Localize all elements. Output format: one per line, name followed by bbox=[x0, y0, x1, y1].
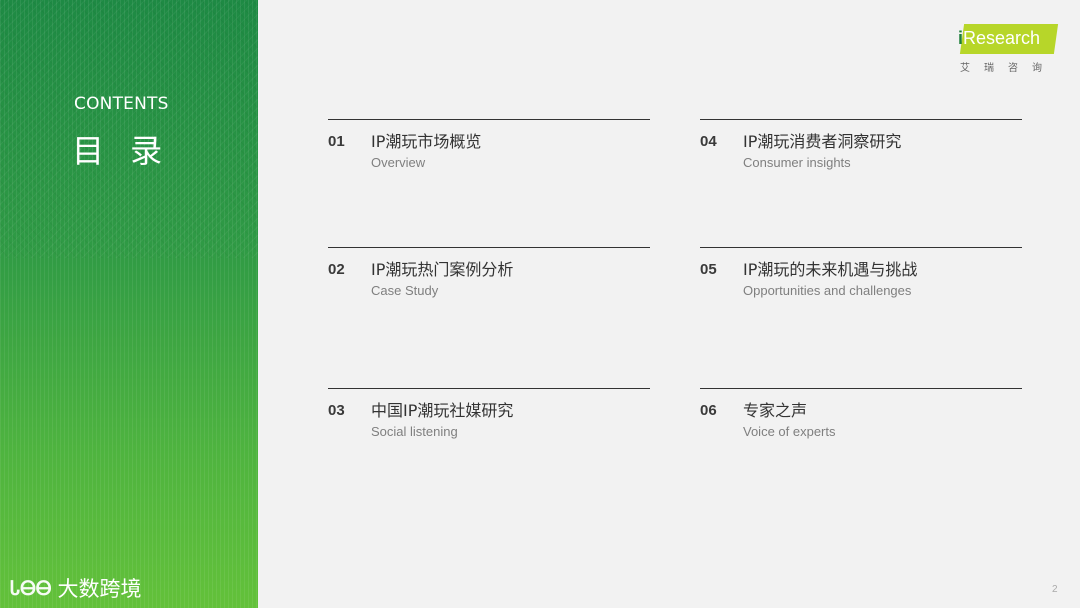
toc-subtitle: Voice of experts bbox=[743, 424, 836, 439]
logo-subtitle: 艾瑞咨询 bbox=[960, 63, 1056, 74]
toc-subtitle: Overview bbox=[371, 155, 426, 170]
toc-number: 01 bbox=[328, 133, 345, 150]
footer-logo-text: 大数跨境 bbox=[57, 577, 142, 601]
toc-subtitle: Case Study bbox=[371, 283, 439, 298]
toc-title: IP潮玩消费者洞察研究 bbox=[743, 132, 902, 151]
toc-number: 06 bbox=[700, 402, 717, 419]
toc-number: 02 bbox=[328, 261, 345, 278]
toc-subtitle: Consumer insights bbox=[743, 155, 851, 170]
toc-number: 04 bbox=[700, 133, 717, 150]
footer-logo-icon: ᏓᎾᎾ bbox=[10, 576, 52, 600]
toc-title: 中国IP潮玩社媒研究 bbox=[371, 401, 514, 420]
toc-title: IP潮玩热门案例分析 bbox=[371, 260, 514, 279]
toc-subtitle: Social listening bbox=[371, 424, 458, 439]
toc-title: IP潮玩的未来机遇与挑战 bbox=[743, 260, 918, 279]
logo-wordmark: iResearch bbox=[958, 28, 1041, 48]
iresearch-logo: iResearch 艾瑞咨询 bbox=[956, 24, 1060, 76]
sidebar-panel: CONTENTS 目 录 ᏓᎾᎾ 大数跨境 bbox=[0, 0, 258, 608]
page-number: 2 bbox=[1052, 584, 1058, 595]
divider bbox=[328, 119, 650, 120]
divider bbox=[700, 388, 1022, 389]
contents-heading-zh: 目 录 bbox=[72, 132, 171, 170]
toc-subtitle: Opportunities and challenges bbox=[743, 283, 912, 298]
toc-number: 05 bbox=[700, 261, 717, 278]
toc-number: 03 bbox=[328, 402, 345, 419]
divider bbox=[700, 247, 1022, 248]
divider bbox=[328, 247, 650, 248]
divider bbox=[700, 119, 1022, 120]
toc-title: IP潮玩市场概览 bbox=[371, 132, 482, 151]
toc-title: 专家之声 bbox=[743, 401, 808, 420]
footer-logo: ᏓᎾᎾ 大数跨境 bbox=[10, 572, 142, 604]
divider bbox=[328, 388, 650, 389]
contents-heading-en: CONTENTS bbox=[74, 94, 169, 114]
